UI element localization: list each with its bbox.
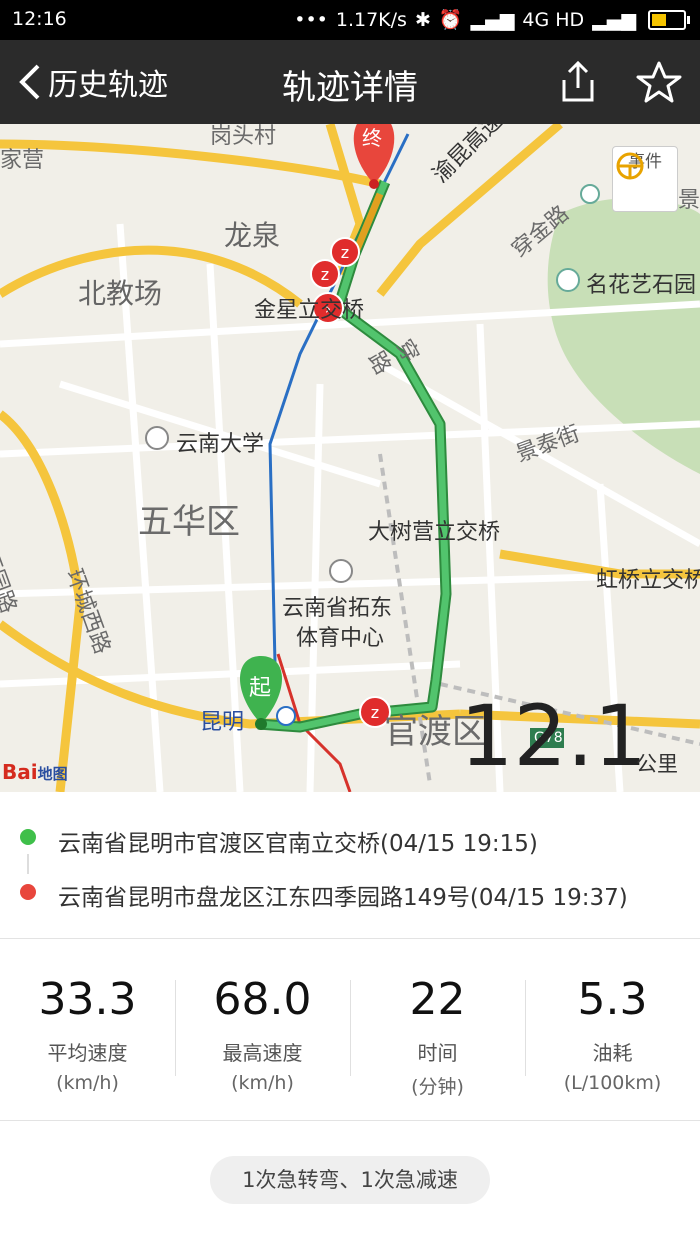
map-label: 昆明 <box>200 710 245 735</box>
event-button[interactable]: 事件 <box>612 146 678 212</box>
stat-label: 平均速度 <box>47 1041 128 1065</box>
status-bar: 12:16 ••• 1.17K/s ✱ ⏰ ▂▄▆ 4G HD ▂▄▆ <box>0 0 700 40</box>
bluetooth-icon: ✱ <box>414 8 431 31</box>
stat-value: 22 <box>409 974 466 1025</box>
baidu-map-logo: Bai地图 <box>2 760 68 784</box>
event-marker[interactable]: z <box>330 237 360 267</box>
stat-value: 5.3 <box>577 974 648 1025</box>
event-marker[interactable]: z <box>310 259 340 289</box>
map-label: 龙泉 <box>224 219 281 252</box>
stat-unit: (L/100km) <box>563 1072 662 1094</box>
battery-icon <box>648 9 690 30</box>
network-type: 4G HD <box>522 8 585 31</box>
distance-unit: 公里 <box>636 752 678 776</box>
route-connector <box>27 854 29 874</box>
stat-value: 68.0 <box>213 974 312 1025</box>
more-dots-icon: ••• <box>294 8 328 31</box>
back-button[interactable]: 历史轨迹 <box>16 60 168 104</box>
stat-label: 最高速度 <box>222 1041 303 1065</box>
map-label: 云南大学 <box>176 432 265 457</box>
svg-text:z: z <box>371 703 379 722</box>
map-label: 五华区 <box>138 502 240 542</box>
stat-label: 时间 <box>417 1041 458 1065</box>
svg-text:z: z <box>321 265 329 284</box>
start-dot-icon <box>20 829 36 845</box>
stat-unit: (分钟) <box>411 1076 464 1098</box>
map-label: 北教场 <box>78 277 163 310</box>
stat-fuel: 5.3 油耗 (L/100km) <box>525 940 700 1120</box>
map-label: 体育中心 <box>296 626 385 651</box>
title-bar: 历史轨迹 轨迹详情 <box>0 40 700 124</box>
map-label: 云南省拓东 <box>282 596 393 621</box>
route-addresses: 云南省昆明市官渡区官南立交桥(04/15 19:15) 云南省昆明市盘龙区江东四… <box>0 792 700 939</box>
logo-sub: 地图 <box>37 765 68 783</box>
stat-unit: (km/h) <box>231 1072 294 1094</box>
start-address: 云南省昆明市官渡区官南立交桥(04/15 19:15) <box>58 831 538 857</box>
distance-value: 12.1 <box>460 687 648 785</box>
stat-duration: 22 时间 (分钟) <box>350 940 525 1120</box>
favorite-button[interactable] <box>636 60 682 104</box>
start-marker-label: 起 <box>249 676 272 701</box>
share-icon <box>562 60 594 102</box>
status-icons: ••• 1.17K/s ✱ ⏰ ▂▄▆ 4G HD ▂▄▆ <box>294 8 690 31</box>
trip-stats: 33.3 平均速度 (km/h) 68.0 最高速度 (km/h) 22 时间 … <box>0 940 700 1121</box>
end-address: 云南省昆明市盘龙区江东四季园路149号(04/15 19:37) <box>58 885 628 911</box>
stat-max-speed: 68.0 最高速度 (km/h) <box>175 940 350 1120</box>
svg-text:z: z <box>341 243 349 262</box>
end-dot-icon <box>20 884 36 900</box>
star-icon <box>636 61 682 103</box>
map-view[interactable]: z z › z 岗头村 家营 龙泉 北教场 金星立交桥 云南大学 五华区 大树营… <box>0 124 700 792</box>
driving-events-summary[interactable]: 1次急转弯、1次急减速 <box>210 1156 490 1204</box>
map-label: 大树营立交桥 <box>368 520 501 545</box>
share-button[interactable] <box>556 60 600 104</box>
stat-label: 油耗 <box>592 1041 633 1065</box>
map-label: 名花艺石园 <box>586 273 697 298</box>
end-marker-label: 终 <box>362 126 382 150</box>
map-label: 虹桥立交桥 <box>596 568 700 593</box>
map-label: 金星立交桥 <box>254 298 365 323</box>
logo-main: Bai <box>2 760 38 784</box>
stat-unit: (km/h) <box>56 1072 119 1094</box>
stat-value: 33.3 <box>38 974 137 1025</box>
stat-average-speed: 33.3 平均速度 (km/h) <box>0 940 175 1120</box>
alarm-icon: ⏰ <box>438 9 463 31</box>
back-label: 历史轨迹 <box>48 68 168 103</box>
steering-wheel-icon <box>616 152 644 180</box>
clock: 12:16 <box>12 8 67 30</box>
map-label: 景 <box>678 188 700 213</box>
map-label: 家营 <box>0 148 45 173</box>
signal-icon: ▂▄▆ <box>470 8 515 31</box>
map-label: 岗头村 <box>210 124 277 149</box>
net-speed: 1.17K/s <box>335 8 407 31</box>
signal-icon-2: ▂▄▆ <box>592 8 636 31</box>
chevron-left-icon <box>19 64 40 100</box>
